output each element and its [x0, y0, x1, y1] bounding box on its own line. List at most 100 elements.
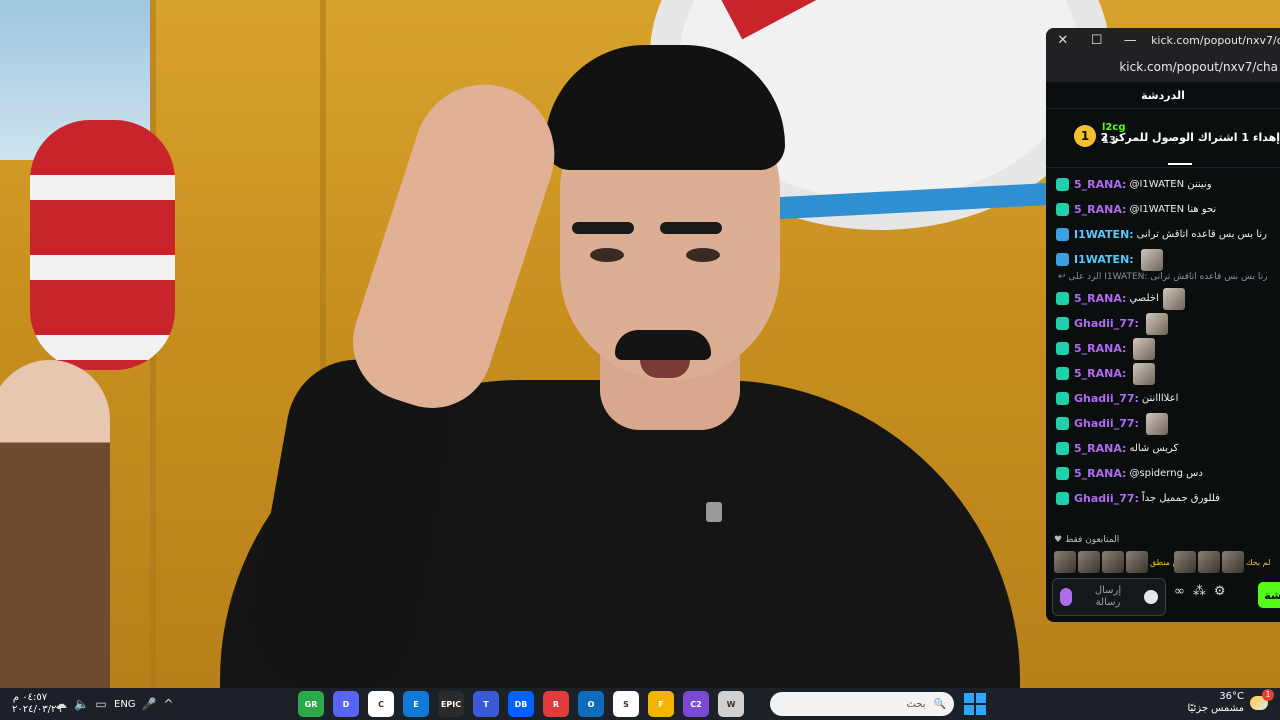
chat-username[interactable]: I1WATEN: [1074, 253, 1134, 266]
close-icon[interactable]: ✕ [1046, 33, 1080, 48]
emote-quickbar: مش منطق لم بحك [1054, 550, 1270, 574]
subscriber-badge-icon [1056, 292, 1069, 305]
time-text: ٠٤:٥٧ م [12, 692, 48, 703]
chat-text: @spiderng دس [1129, 468, 1203, 479]
share-icon[interactable]: ⁂ [1193, 584, 1206, 599]
subscriber-badge-icon [1056, 492, 1069, 505]
mic-icon[interactable] [1060, 588, 1072, 606]
emote[interactable] [1126, 551, 1148, 573]
chat-message: Ghadii_77: اعلااااننن [1056, 386, 1280, 411]
subscriber-badge-icon [1056, 367, 1069, 380]
system-tray: ٠٤:٥٧ م ٢٠٢٤/٠٣/٢٩ ☁ 🔈 ▭ ENG 🎤 ^ [12, 690, 176, 718]
bystander-person [0, 360, 110, 688]
chat-username[interactable]: Ghadii_77: [1074, 492, 1139, 505]
chat-username[interactable]: I1WATEN: [1074, 228, 1134, 241]
emote-label[interactable]: مش منطق [1150, 558, 1187, 567]
input-placeholder: إرسال رسالة [1094, 585, 1122, 608]
maximize-icon[interactable]: ☐ [1080, 33, 1114, 48]
rank-badge: 1 [1074, 125, 1096, 147]
emote[interactable] [1078, 551, 1100, 573]
emoji-icon[interactable] [1144, 590, 1158, 604]
chat-emote [1133, 337, 1156, 360]
pinned-gift-banner[interactable]: 1 l2cg 13 إهداء 1 اشتراك الوصول للمركز 2 [1046, 109, 1280, 168]
taskbar-app-icon[interactable]: O [578, 691, 604, 717]
chat-username[interactable]: 5_RANA: [1074, 342, 1126, 355]
emote[interactable] [1102, 551, 1124, 573]
followers-only-notice: ♥ المتابعون فقط [1054, 535, 1120, 545]
chat-message: 5_RANA: @spiderng دس [1056, 461, 1280, 486]
clock[interactable]: ٠٤:٥٧ م ٢٠٢٤/٠٣/٢٩ [12, 692, 62, 716]
eye [590, 248, 624, 262]
chat-message: I1WATEN: رنا بس بس قاعده اتاقش ترانى [1056, 222, 1280, 247]
taskbar-app-icon[interactable]: C [368, 691, 394, 717]
taskbar-app-icon[interactable]: R [543, 691, 569, 717]
chat-username[interactable]: 5_RANA: [1074, 467, 1126, 480]
subscriber-badge-icon [1056, 228, 1069, 241]
emote[interactable] [1222, 551, 1244, 573]
chat-text: كريس شاله [1129, 443, 1179, 454]
subscriber-badge-icon [1056, 178, 1069, 191]
chat-username[interactable]: 5_RANA: [1074, 442, 1126, 455]
taskbar-search[interactable]: بحث 🔍 [770, 692, 954, 716]
chat-message: 5_RANA: @I1WATEN نحو هنا [1056, 197, 1280, 222]
settings-gear-icon[interactable]: ⚙ [1214, 584, 1226, 599]
collapse-handle[interactable] [1168, 163, 1192, 171]
language-indicator[interactable]: ENG [114, 699, 136, 710]
start-button-icon[interactable] [964, 693, 986, 715]
eye [686, 248, 720, 262]
chat-message: Ghadii_77: فللورق جمميل جداً [1056, 486, 1280, 511]
microphone-icon[interactable]: 🎤 [142, 697, 157, 711]
taskbar-app-icon[interactable]: EPIC [438, 691, 464, 717]
chat-username[interactable]: 5_RANA: [1074, 367, 1126, 380]
address-text: kick.com/popout/nxv7/cha [1119, 60, 1278, 74]
chat-input[interactable]: إرسال رسالة [1052, 578, 1166, 616]
chat-message: 5_RANA: اخلصي [1056, 286, 1280, 311]
taskbar-app-icon[interactable]: T [473, 691, 499, 717]
subscriber-badge-icon [1056, 203, 1069, 216]
chat-text: رنا بس بس قاعده اتاقش ترانى [1136, 229, 1267, 240]
emote[interactable] [1198, 551, 1220, 573]
reply-reference: ↩ الرد على I1WATEN: رنا بس بس قاعده اتاق… [1058, 272, 1268, 282]
shirt-pin [706, 502, 722, 522]
chevron-up-icon[interactable]: ^ [162, 697, 176, 711]
chat-message: I1WATEN: [1056, 247, 1280, 272]
mustache [615, 330, 711, 360]
chat-username[interactable]: Ghadii_77: [1074, 392, 1139, 405]
infinity-icon[interactable]: ∞ [1174, 584, 1185, 599]
volume-icon[interactable]: 🔈 [74, 697, 89, 711]
search-icon: 🔍 [933, 698, 946, 710]
chat-title: الدردشة [1141, 88, 1185, 102]
taskbar-app-icon[interactable]: DB [508, 691, 534, 717]
chat-text: @I1WATEN ونيننن [1129, 179, 1212, 190]
taskbar-app-icon[interactable]: F [648, 691, 674, 717]
taskbar-app-icon[interactable]: E [403, 691, 429, 717]
display-icon[interactable]: ▭ [94, 697, 108, 711]
chat-username[interactable]: 5_RANA: [1074, 203, 1126, 216]
chat-message: Ghadii_77: [1056, 311, 1280, 336]
emote[interactable] [1174, 551, 1196, 573]
send-button[interactable]: شة [1258, 582, 1280, 608]
chat-text: @I1WATEN نحو هنا [1129, 204, 1217, 215]
weather-text: مشمس جزئيًا [1187, 703, 1244, 714]
chat-emote [1145, 312, 1168, 335]
taskbar-app-icon[interactable]: D [333, 691, 359, 717]
emote-label[interactable]: لم بحك [1246, 558, 1270, 567]
chat-username[interactable]: Ghadii_77: [1074, 417, 1139, 430]
chat-text: اعلااااننن [1141, 393, 1179, 404]
chat-messages: 5_RANA: @I1WATEN ونيننن 5_RANA: @I1WATEN نح… [1046, 168, 1280, 511]
weather-widget[interactable]: 36°C مشمس جزئيًا [1187, 691, 1268, 715]
taskbar-apps: GR D C E EPIC T DB R O S F C2 W [298, 691, 744, 717]
window-titlebar: ✕ ☐ — kick.com/popout/nxv7/cha [1046, 28, 1280, 52]
chat-username[interactable]: 5_RANA: [1074, 178, 1126, 191]
taskbar-app-icon[interactable]: C2 [683, 691, 709, 717]
chat-username[interactable]: 5_RANA: [1074, 292, 1126, 305]
minimize-icon[interactable]: — [1113, 33, 1147, 48]
subscriber-badge-icon [1056, 442, 1069, 455]
address-bar[interactable]: kick.com/popout/nxv7/cha [1046, 52, 1280, 82]
cloud-icon[interactable]: ☁ [54, 697, 68, 711]
taskbar-app-icon[interactable]: GR [298, 691, 324, 717]
emote[interactable] [1054, 551, 1076, 573]
taskbar-app-icon[interactable]: S [613, 691, 639, 717]
taskbar-app-icon[interactable]: W [718, 691, 744, 717]
chat-username[interactable]: Ghadii_77: [1074, 317, 1139, 330]
